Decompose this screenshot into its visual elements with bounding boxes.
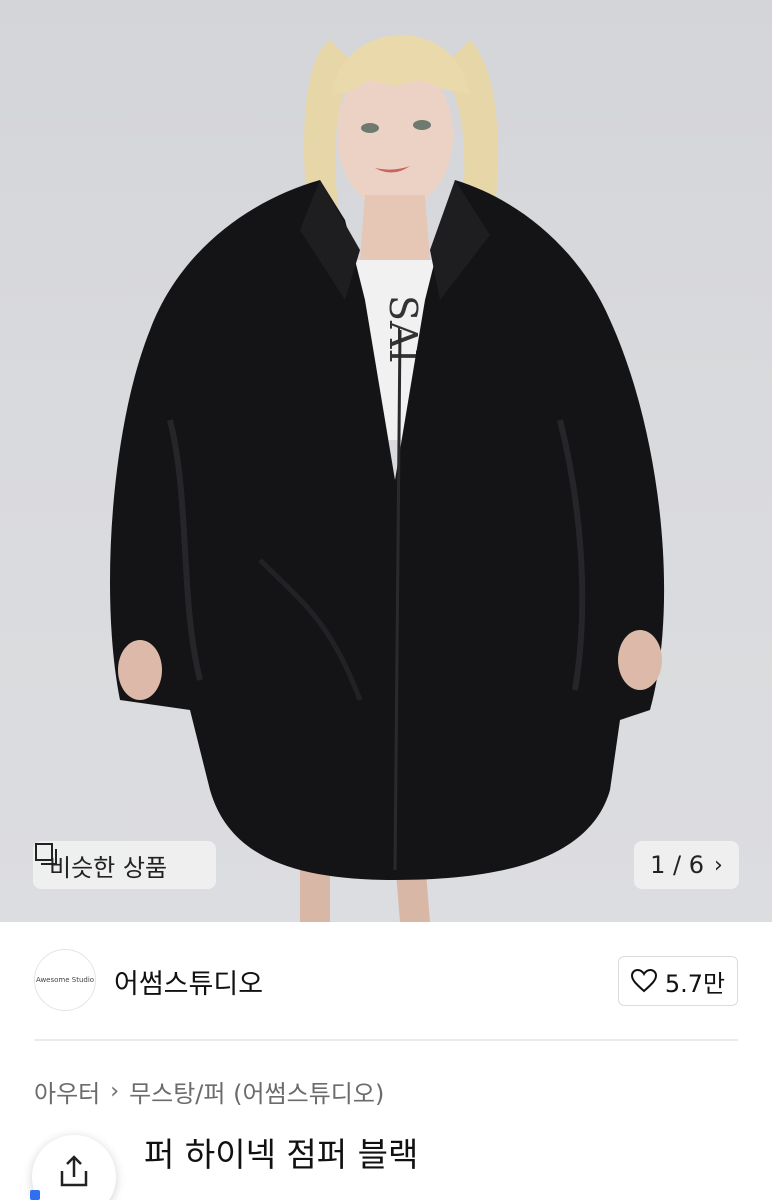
product-page: SAI 비슷한 상품 1 / 6 › Awesome Studio 어썸스튜디오… — [0, 0, 772, 1200]
seller-row: Awesome Studio 어썸스튜디오 5.7만 — [0, 922, 772, 1040]
model-illustration: SAI — [110, 34, 665, 922]
chevron-right-icon: › — [714, 852, 723, 878]
image-counter[interactable]: 1 / 6 › — [634, 841, 739, 889]
breadcrumb-item-category[interactable]: 무스탕/퍼 (어썸스튜디오) — [129, 1074, 384, 1109]
similar-items-label: 비슷한 상품 — [49, 853, 168, 882]
breadcrumb-item-outer[interactable]: 아우터 — [34, 1074, 100, 1109]
accent-marker — [30, 1190, 40, 1200]
chevron-right-icon: › — [110, 1079, 120, 1104]
shop-name[interactable]: 어썸스튜디오 — [114, 962, 263, 1001]
product-image[interactable]: SAI 비슷한 상품 1 / 6 › — [0, 0, 772, 922]
heart-icon — [630, 969, 657, 993]
image-counter-text: 1 / 6 — [650, 851, 705, 879]
product-title-text: 퍼 하이넥 점퍼 블랙 — [144, 1135, 419, 1174]
shop-avatar-text: Awesome Studio — [35, 976, 95, 984]
like-count: 5.7만 — [664, 969, 726, 998]
similar-items-button[interactable]: 비슷한 상품 — [33, 841, 216, 889]
similar-items-icon — [35, 843, 57, 865]
breadcrumb: 아우터 › 무스탕/퍼 (어썸스튜디오) — [34, 1074, 384, 1109]
shop-avatar[interactable]: Awesome Studio — [34, 949, 96, 1011]
share-icon — [60, 1155, 88, 1187]
divider — [34, 1039, 738, 1041]
like-button[interactable]: 5.7만 — [618, 956, 738, 1006]
